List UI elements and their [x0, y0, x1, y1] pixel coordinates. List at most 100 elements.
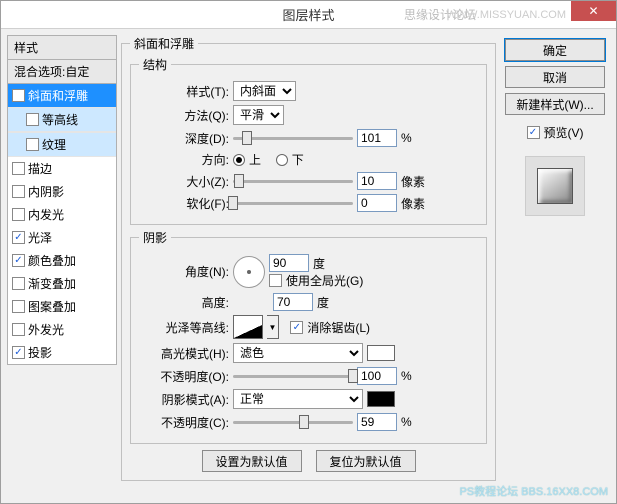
style-list: 斜面和浮雕 等高线 纹理 描边 内阴影 内发光 光泽 颜色叠加 渐变叠加 图案叠…	[7, 84, 117, 365]
style-label: 样式(T):	[139, 83, 229, 100]
soften-input[interactable]	[357, 194, 397, 212]
chevron-down-icon[interactable]: ▼	[267, 315, 279, 339]
checkbox-icon[interactable]	[12, 300, 25, 313]
structure-group: 结构 样式(T):内斜面 方法(Q):平滑 深度(D):% 方向:上 下 大小(…	[130, 56, 487, 225]
size-label: 大小(Z):	[139, 173, 229, 190]
shadow-mode-label: 阴影模式(A):	[139, 391, 229, 408]
altitude-input[interactable]	[273, 293, 313, 311]
shadow-opacity-label: 不透明度(C):	[139, 414, 229, 431]
radio-down[interactable]	[276, 154, 288, 166]
item-gradient-overlay[interactable]: 渐变叠加	[8, 272, 116, 295]
label: 等高线	[42, 111, 78, 128]
method-select[interactable]: 平滑	[233, 105, 284, 125]
highlight-mode-label: 高光模式(H):	[139, 345, 229, 362]
label: 图案叠加	[28, 298, 76, 315]
pct: %	[401, 131, 412, 145]
contour-thumb[interactable]	[233, 315, 263, 339]
angle-label: 角度(N):	[139, 263, 229, 280]
global-light-checkbox[interactable]	[269, 274, 282, 287]
item-bevel-emboss[interactable]: 斜面和浮雕	[8, 84, 116, 107]
checkbox-icon[interactable]	[12, 231, 25, 244]
soften-slider[interactable]	[233, 202, 353, 205]
checkbox-icon[interactable]	[12, 208, 25, 221]
right-panel: 确定 取消 新建样式(W)... 预览(V)	[500, 35, 610, 485]
shadow-opacity-input[interactable]	[357, 413, 397, 431]
antialias-checkbox[interactable]	[290, 321, 303, 334]
checkbox-icon[interactable]	[12, 89, 25, 102]
settings-panel: 斜面和浮雕 结构 样式(T):内斜面 方法(Q):平滑 深度(D):% 方向:上…	[121, 35, 496, 485]
item-drop-shadow[interactable]: 投影	[8, 341, 116, 364]
label: 内发光	[28, 206, 64, 223]
set-default-button[interactable]: 设置为默认值	[202, 450, 302, 472]
altitude-label: 高度:	[139, 294, 229, 311]
label: 内阴影	[28, 183, 64, 200]
pct3: %	[401, 415, 412, 429]
shadow-opacity-slider[interactable]	[233, 421, 353, 424]
item-stroke[interactable]: 描边	[8, 157, 116, 180]
item-satin[interactable]: 光泽	[8, 226, 116, 249]
checkbox-icon[interactable]	[12, 346, 25, 359]
size-slider[interactable]	[233, 180, 353, 183]
item-inner-shadow[interactable]: 内阴影	[8, 180, 116, 203]
watermark-url: WWW.MISSYUAN.COM	[446, 9, 566, 21]
deg: 度	[313, 255, 325, 272]
label: 描边	[28, 160, 52, 177]
shadow-group: 阴影 角度(N): 度 使用全局光(G) 高度: 度 光泽等高线: ▼ 消除锯齿(L…	[130, 229, 487, 444]
checkbox-icon[interactable]	[12, 254, 25, 267]
highlight-opacity-slider[interactable]	[233, 375, 353, 378]
highlight-opacity-input[interactable]	[357, 367, 397, 385]
new-style-button[interactable]: 新建样式(W)...	[505, 93, 605, 115]
bevel-legend: 斜面和浮雕	[130, 35, 198, 52]
method-label: 方法(Q):	[139, 107, 229, 124]
checkbox-icon[interactable]	[12, 162, 25, 175]
checkbox-icon[interactable]	[26, 138, 39, 151]
item-pattern-overlay[interactable]: 图案叠加	[8, 295, 116, 318]
layer-style-dialog: 思缘设计论坛 图层样式 WWW.MISSYUAN.COM ✕ 样式 混合选项:自…	[0, 0, 617, 504]
depth-slider[interactable]	[233, 137, 353, 140]
item-inner-glow[interactable]: 内发光	[8, 203, 116, 226]
styles-header: 样式	[7, 35, 117, 60]
direction-label: 方向:	[139, 151, 229, 168]
radio-up[interactable]	[233, 154, 245, 166]
item-contour[interactable]: 等高线	[8, 107, 116, 132]
size-input[interactable]	[357, 172, 397, 190]
highlight-mode-select[interactable]: 滤色	[233, 343, 363, 363]
item-outer-glow[interactable]: 外发光	[8, 318, 116, 341]
reset-default-button[interactable]: 复位为默认值	[316, 450, 416, 472]
label: 渐变叠加	[28, 275, 76, 292]
shadow-legend: 阴影	[139, 229, 171, 246]
style-select[interactable]: 内斜面	[233, 81, 296, 101]
label: 纹理	[42, 136, 66, 153]
depth-label: 深度(D):	[139, 130, 229, 147]
gloss-contour-label: 光泽等高线:	[139, 319, 229, 336]
preview-checkbox[interactable]	[527, 126, 540, 139]
angle-input[interactable]	[269, 254, 309, 272]
checkbox-icon[interactable]	[12, 323, 25, 336]
titlebar: 思缘设计论坛 图层样式 WWW.MISSYUAN.COM ✕	[1, 1, 616, 29]
highlight-opacity-label: 不透明度(O):	[139, 368, 229, 385]
label: 光泽	[28, 229, 52, 246]
blend-options[interactable]: 混合选项:自定	[7, 60, 117, 84]
label: 颜色叠加	[28, 252, 76, 269]
highlight-color-swatch[interactable]	[367, 345, 395, 361]
checkbox-icon[interactable]	[12, 277, 25, 290]
depth-input[interactable]	[357, 129, 397, 147]
global-label: 使用全局光(G)	[286, 272, 363, 289]
checkbox-icon[interactable]	[26, 113, 39, 126]
angle-dial[interactable]	[233, 256, 265, 288]
ok-button[interactable]: 确定	[505, 39, 605, 61]
close-button[interactable]: ✕	[571, 1, 616, 21]
up-label: 上	[249, 151, 261, 168]
preview-thumbnail	[525, 156, 585, 216]
px: 像素	[401, 173, 425, 190]
aa-label: 消除锯齿(L)	[307, 319, 370, 336]
shadow-mode-select[interactable]: 正常	[233, 389, 363, 409]
shadow-color-swatch[interactable]	[367, 391, 395, 407]
checkbox-icon[interactable]	[12, 185, 25, 198]
item-texture[interactable]: 纹理	[8, 132, 116, 157]
cancel-button[interactable]: 取消	[505, 66, 605, 88]
bottom-watermark: PS教程论坛 BBS.16XX8.COM	[459, 483, 608, 499]
deg2: 度	[317, 294, 329, 311]
down-label: 下	[292, 151, 304, 168]
item-color-overlay[interactable]: 颜色叠加	[8, 249, 116, 272]
